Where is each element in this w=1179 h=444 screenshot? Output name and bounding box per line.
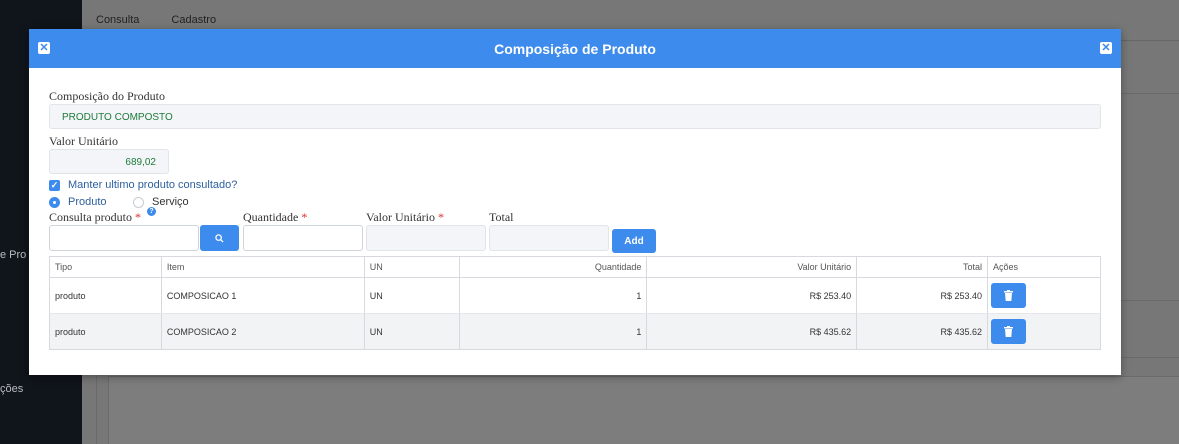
manter-label: Manter ultimo produto consultado? — [68, 179, 238, 191]
col-quantidade: Quantidade — [459, 256, 648, 278]
cell-quantidade: 1 — [459, 277, 648, 314]
total-input — [489, 225, 609, 251]
quantidade-label: Quantidade * — [243, 210, 308, 224]
cell-tipo: produto — [49, 277, 162, 314]
close-icon[interactable]: ✕ — [1100, 42, 1112, 54]
col-un: UN — [364, 256, 460, 278]
cell-valor-unitario: R$ 253.40 — [646, 277, 858, 314]
col-total: Total — [856, 256, 989, 278]
background-grid — [108, 376, 1179, 444]
radio-produto-label: Produto — [68, 196, 107, 208]
table-header-row: Tipo Item UN Quantidade Valor Unitário T… — [49, 256, 1101, 278]
background-sidebar-text: ções — [0, 383, 24, 395]
manter-checkbox[interactable]: ✓ — [49, 180, 60, 191]
composicao-field: PRODUTO COMPOSTO — [49, 104, 1101, 129]
radio-servico-label: Serviço — [152, 196, 189, 208]
trash-icon — [1004, 326, 1014, 337]
table-row: produto COMPOSICAO 2 UN 1 R$ 435.62 R$ 4… — [49, 313, 1101, 350]
composicao-modal: ✕ Composição de Produto ✕ Composição do … — [29, 29, 1121, 375]
col-acoes: Ações — [987, 256, 1101, 278]
col-item: Item — [161, 256, 365, 278]
cell-un: UN — [364, 277, 460, 314]
cell-acoes — [987, 313, 1101, 350]
consulta-label: Consulta produto * — [49, 210, 141, 224]
col-valor-unitario: Valor Unitário — [646, 256, 858, 278]
background-sidebar-text: e Pro — [0, 249, 27, 261]
modal-title: Composição de Produto — [494, 41, 656, 57]
total-label: Total — [489, 210, 514, 224]
background-panel — [1121, 42, 1179, 94]
composicao-table: Tipo Item UN Quantidade Valor Unitário T… — [49, 256, 1101, 350]
composicao-value: PRODUTO COMPOSTO — [62, 112, 173, 123]
table-row: produto COMPOSICAO 1 UN 1 R$ 253.40 R$ 2… — [49, 277, 1101, 314]
valor-unitario-field: 689,02 — [49, 149, 169, 174]
radio-servico[interactable] — [133, 197, 144, 208]
cell-valor-unitario: R$ 435.62 — [646, 313, 858, 350]
add-button[interactable]: Add — [612, 229, 656, 253]
cell-total: R$ 435.62 — [856, 313, 989, 350]
radio-produto[interactable] — [49, 197, 60, 208]
consulta-produto-input[interactable] — [49, 225, 199, 251]
search-icon — [215, 233, 224, 243]
cell-item: COMPOSICAO 2 — [161, 313, 365, 350]
valor-unitario-label: Valor Unitário — [49, 134, 118, 148]
valor-unitario-input — [366, 225, 486, 251]
cell-quantidade: 1 — [459, 313, 648, 350]
cell-total: R$ 253.40 — [856, 277, 989, 314]
cell-tipo: produto — [49, 313, 162, 350]
cell-item: COMPOSICAO 1 — [161, 277, 365, 314]
cell-acoes — [987, 277, 1101, 314]
valor-unit-label: Valor Unitário * — [366, 210, 444, 224]
col-tipo: Tipo — [49, 256, 162, 278]
modal-header: ✕ Composição de Produto ✕ — [29, 29, 1121, 68]
cell-un: UN — [364, 313, 460, 350]
delete-button[interactable] — [991, 283, 1027, 308]
quantidade-input[interactable] — [243, 225, 363, 251]
valor-unitario-value: 689,02 — [125, 157, 156, 168]
composicao-label: Composição do Produto — [49, 89, 165, 103]
help-icon[interactable]: ? — [147, 207, 156, 216]
delete-button[interactable] — [991, 319, 1027, 344]
background-panel — [1121, 300, 1179, 358]
trash-icon — [1004, 290, 1014, 301]
search-button[interactable] — [200, 225, 239, 251]
